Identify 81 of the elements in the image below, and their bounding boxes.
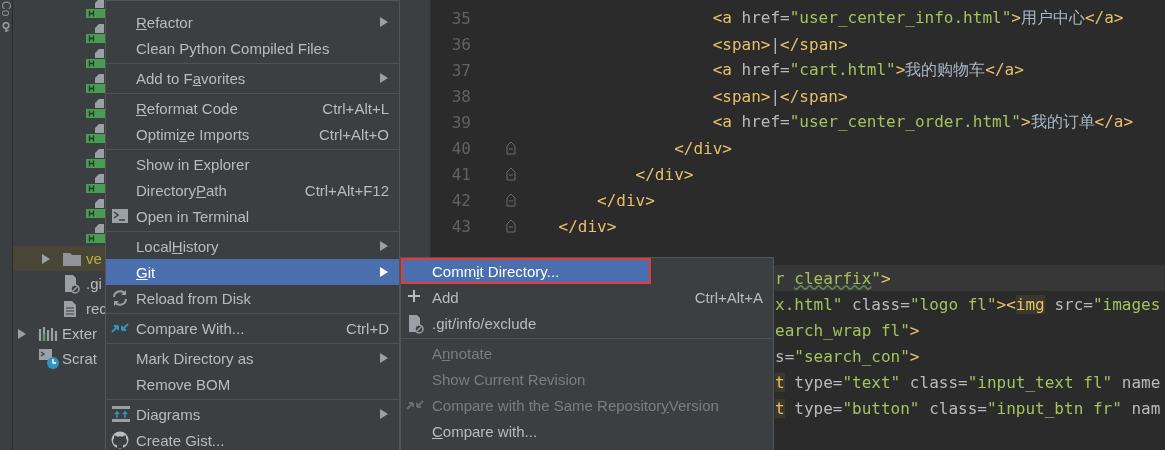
line-number: 38 (450, 86, 471, 106)
menu-item[interactable]: Compare With... Ctrl+D (106, 315, 399, 341)
code-line: <span>|</span> (711, 34, 848, 54)
html-file-icon (86, 174, 105, 193)
fold-marker-icon[interactable] (506, 193, 516, 207)
html-file-icon (86, 49, 105, 68)
ignored-file-icon (62, 273, 80, 294)
terminal-icon (111, 207, 129, 225)
menu-item[interactable]: Git (106, 259, 399, 285)
code-line: </div> (596, 190, 655, 210)
code-line: <span>|</span> (711, 86, 848, 106)
menu-item[interactable]: Add to Favorites (106, 65, 399, 91)
menu-item[interactable]: .git/info/exclude (401, 310, 773, 336)
fold-marker-icon[interactable] (506, 141, 516, 155)
code-line: <a href="cart.html">我的购物车</a> (711, 59, 1024, 81)
refresh-icon (111, 289, 129, 307)
menu-item[interactable]: DirectoryPath Ctrl+Alt+F12 (106, 177, 399, 203)
collapsed-arrow-icon[interactable] (16, 327, 28, 340)
tree-item[interactable]: Scrat (13, 346, 105, 371)
code-line: </div> (557, 216, 617, 236)
fold-marker-icon[interactable] (506, 219, 516, 233)
html-file-icon (86, 224, 105, 243)
menu-item[interactable]: Remove BOM (106, 371, 399, 397)
html-file-icon (86, 199, 105, 218)
ignored-file-icon (406, 314, 424, 334)
html-file-icon (86, 24, 105, 43)
code-line: x.html" class="logo fl"><img src="images (775, 294, 1161, 314)
menu-item[interactable]: Commit Directory... (401, 258, 651, 284)
html-file-icon (86, 0, 105, 18)
html-file-icon (86, 99, 105, 118)
code-line: t type="button" class="input_btn fr" nam (775, 398, 1161, 418)
key-icon (1, 22, 11, 33)
tree-item[interactable]: rec (13, 296, 105, 321)
shortcut-label: Ctrl+Alt+L (322, 99, 389, 117)
line-number: 35 (450, 8, 471, 28)
fold-marker-icon[interactable] (506, 167, 516, 181)
text-file-icon (62, 299, 78, 318)
shortcut-label: Ctrl+Alt+A (694, 288, 763, 306)
html-file-icon (86, 74, 105, 93)
menu-item[interactable]: Compare with... (401, 418, 773, 444)
menu-item[interactable]: Mark Directory as (106, 345, 399, 371)
code-line: <a href="user_center_info.html">用户中心</a> (711, 7, 1124, 29)
menu-item[interactable]: Reload from Disk (106, 285, 399, 311)
line-number: 37 (450, 60, 471, 80)
menu-item[interactable]: Refactor (106, 9, 399, 35)
code-line: s="search_con"> (775, 346, 920, 366)
menu-item[interactable]: Clean Python Compiled Files (106, 35, 399, 61)
menu-item[interactable]: Reformat Code Ctrl+Alt+L (106, 95, 399, 121)
menu-item[interactable]: Show in Explorer (106, 151, 399, 177)
tree-item[interactable]: ve (13, 246, 105, 271)
scratch-clock-icon (38, 347, 60, 370)
shortcut-label: Ctrl+Alt+O (318, 125, 389, 143)
html-file-icon (86, 149, 105, 168)
menu-item[interactable]: LocalHistory (106, 233, 399, 259)
menu-item[interactable]: Create Gist... (106, 427, 399, 450)
menu-item[interactable]: Diagrams (106, 401, 399, 427)
code-line: r clearfix"> (775, 268, 891, 288)
line-number: 36 (450, 34, 471, 54)
code-line: earch_wrap fl"> (775, 320, 920, 340)
line-number: 41 (450, 164, 471, 184)
diagram-icon (111, 405, 131, 423)
library-icon (38, 325, 58, 342)
html-file-icon (86, 124, 105, 143)
folder-icon (62, 250, 82, 267)
menu-item[interactable]: Add Ctrl+Alt+A (401, 284, 773, 310)
code-line: t type="text" class="input_text fl" name (775, 372, 1161, 392)
tree-item[interactable]: Exter (13, 321, 105, 346)
line-number: 43 (450, 216, 471, 236)
shortcut-label: Ctrl+D (346, 319, 389, 337)
line-number: 42 (450, 190, 471, 210)
code-line: </div> (634, 164, 694, 184)
tree-item[interactable]: .gi (13, 271, 105, 296)
code-line: <a href="user_center_order.html">我的订单</a> (711, 111, 1134, 133)
line-number: 40 (450, 138, 471, 158)
menu-item[interactable]: Open in Terminal (106, 203, 399, 229)
code-line: </div> (673, 138, 732, 158)
line-number: 39 (450, 112, 471, 132)
shortcut-label: Ctrl+Alt+F12 (304, 181, 389, 199)
plus-icon (406, 288, 422, 304)
collapsed-arrow-icon[interactable] (40, 252, 52, 265)
menu-item[interactable]: Optimize Imports Ctrl+Alt+O (106, 121, 399, 147)
